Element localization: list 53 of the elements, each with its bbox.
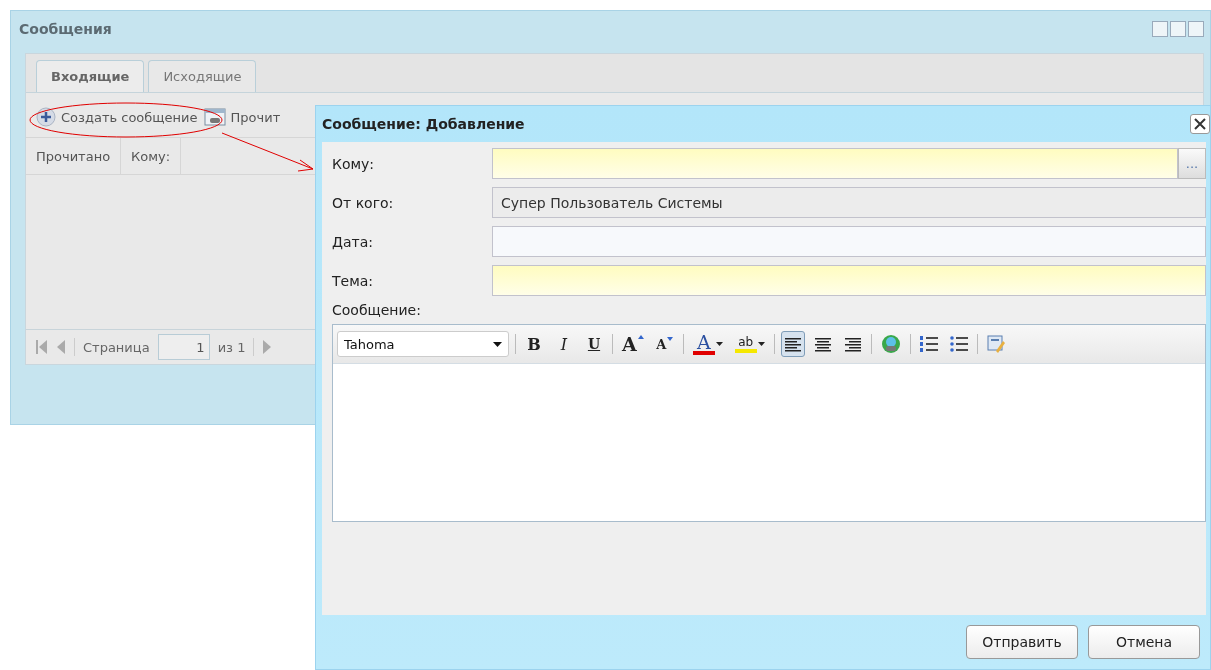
field-label: От кого:	[332, 194, 395, 211]
numbered-list-icon	[919, 336, 938, 352]
minimize-button[interactable]	[1152, 21, 1168, 37]
browse-button[interactable]: ...	[1178, 148, 1206, 179]
align-icon	[784, 336, 801, 352]
close-icon	[1194, 118, 1206, 130]
bullet-list-icon	[949, 336, 968, 352]
down-triangle-icon	[667, 337, 674, 341]
align-icon	[844, 336, 861, 352]
column-header[interactable]: Кому:	[121, 138, 182, 174]
caret-icon	[757, 342, 765, 346]
mark-read-button[interactable]: Прочит	[203, 108, 281, 126]
up-triangle-icon	[637, 335, 644, 339]
recipient-field[interactable]	[492, 148, 1178, 179]
prev-page-icon[interactable]	[56, 340, 66, 354]
create-message-button[interactable]: Создать сообщение	[36, 107, 198, 127]
font-select[interactable]: Tahoma	[337, 331, 509, 357]
page-label: Страница	[83, 339, 150, 355]
shrink-font-button[interactable]: A	[652, 331, 677, 357]
page-input[interactable]: 1	[157, 334, 210, 360]
font-color-button[interactable]: A	[689, 331, 726, 357]
field-label: Сообщение:	[332, 302, 422, 318]
tab[interactable]: Входящие	[36, 60, 145, 92]
plus-icon	[36, 107, 56, 127]
close-button[interactable]	[1190, 114, 1210, 134]
align-icon	[814, 336, 831, 352]
italic-button[interactable]: I	[552, 331, 576, 357]
page-count: из 1	[217, 339, 246, 355]
field-label: Тема:	[332, 272, 375, 289]
grow-font-button[interactable]: A	[619, 331, 647, 357]
first-page-icon[interactable]	[36, 340, 48, 354]
caret-icon	[493, 341, 502, 347]
input-field[interactable]: Супер Пользователь Системы	[492, 187, 1206, 218]
dialog-button[interactable]: Отправить	[966, 625, 1078, 659]
field-label: Дата:	[332, 233, 374, 250]
dialog-title: Сообщение: Добавление	[322, 116, 525, 132]
field-label: Кому:	[332, 155, 376, 172]
globe-icon	[880, 334, 901, 354]
align-button[interactable]	[780, 331, 805, 357]
input-field[interactable]	[492, 265, 1206, 296]
dialog-button[interactable]: Отмена	[1088, 625, 1200, 659]
caret-icon	[715, 342, 723, 346]
next-page-icon[interactable]	[262, 340, 273, 354]
highlight-button[interactable]: ab	[731, 331, 768, 357]
edit-source-icon	[986, 335, 1005, 353]
window-title: Сообщения	[19, 21, 112, 37]
rich-text-editor[interactable]: Tahoma B I U A A A ab	[332, 324, 1206, 522]
underline-button[interactable]: U	[582, 331, 606, 357]
bold-button[interactable]: B	[522, 331, 546, 357]
tab[interactable]: Исходящие	[148, 60, 257, 92]
column-header[interactable]: Прочитано	[26, 138, 122, 174]
maximize-button[interactable]	[1170, 21, 1186, 37]
input-field[interactable]	[492, 226, 1206, 257]
